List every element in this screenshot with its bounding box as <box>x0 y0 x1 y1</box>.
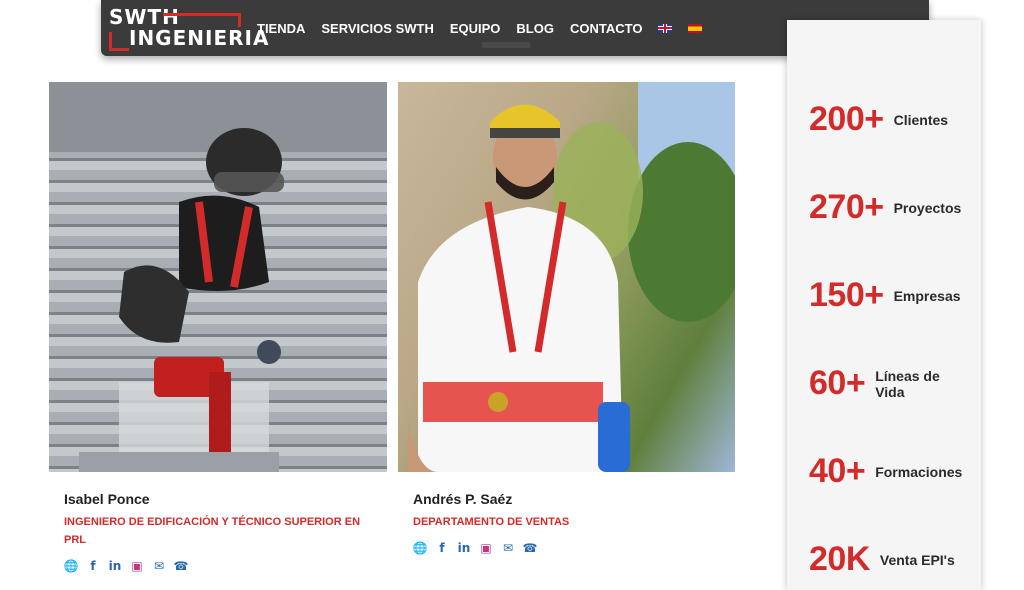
active-menu-indicator <box>482 42 530 48</box>
stat-number: 150+ <box>809 276 884 314</box>
instagram-icon[interactable]: ▣ <box>130 559 144 573</box>
stat-label: Venta EPI's <box>879 551 955 568</box>
stat-number: 270+ <box>809 188 884 226</box>
stat-label: Líneas de Vida <box>875 367 940 400</box>
menu-item-contacto[interactable]: CONTACTO <box>570 21 642 36</box>
stat-item: 60+ Líneas de Vida <box>809 364 945 403</box>
stat-item: 200+ Clientes <box>809 100 948 139</box>
uk-flag-icon[interactable] <box>658 23 673 33</box>
stat-number: 20K <box>809 540 870 578</box>
facebook-icon[interactable]: f <box>86 559 100 573</box>
email-icon[interactable]: ✉ <box>501 541 515 555</box>
team-member-name: Andrés P. Saéz <box>413 491 513 507</box>
social-links: 🌐 f in ▣ ✉ ☎ <box>64 559 189 573</box>
logo-accent <box>163 13 241 16</box>
menu-item-servicios[interactable]: SERVICIOS SWTH <box>321 21 433 36</box>
logo-accent <box>238 13 241 27</box>
phone-icon[interactable]: ☎ <box>174 559 189 573</box>
stat-label: Proyectos <box>893 199 962 216</box>
globe-icon[interactable]: 🌐 <box>413 541 428 555</box>
team-photo-andres <box>398 82 735 472</box>
menu-item-equipo[interactable]: EQUIPO <box>450 21 501 36</box>
team-member-name: Isabel Ponce <box>64 491 150 507</box>
stat-label: Clientes <box>893 111 949 128</box>
linkedin-icon[interactable]: in <box>108 559 122 573</box>
es-flag-icon[interactable] <box>688 23 703 33</box>
stat-item: 40+ Formaciones <box>809 452 962 491</box>
logo-line-2: INGENIERIA <box>129 26 270 50</box>
team-member-role: DEPARTAMENTO DE VENTAS <box>413 516 570 528</box>
stat-item: 20K Venta EPI's <box>809 540 955 579</box>
social-links: 🌐 f in ▣ ✉ ☎ <box>413 541 538 555</box>
stat-number: 200+ <box>809 100 884 138</box>
facebook-icon[interactable]: f <box>435 541 449 555</box>
stats-panel: 200+ Clientes 270+ Proyectos 150+ Empres… <box>787 20 981 590</box>
phone-icon[interactable]: ☎ <box>523 541 538 555</box>
instagram-icon[interactable]: ▣ <box>479 541 493 555</box>
stat-label: Formaciones <box>875 463 963 480</box>
stat-number: 60+ <box>809 364 866 402</box>
team-member-role: INGENIERO DE EDIFICACIÓN Y TÉCNICO SUPER… <box>64 516 361 546</box>
stat-item: 150+ Empresas <box>809 276 961 315</box>
linkedin-icon[interactable]: in <box>457 541 471 555</box>
menu-item-blog[interactable]: BLOG <box>516 21 554 36</box>
stat-item: 270+ Proyectos <box>809 188 961 227</box>
team-photo-isabel <box>49 82 387 472</box>
stat-number: 40+ <box>809 452 866 490</box>
logo-accent <box>109 48 129 51</box>
globe-icon[interactable]: 🌐 <box>64 559 79 573</box>
swth-logo[interactable]: SWTH INGENIERIA <box>107 2 268 54</box>
email-icon[interactable]: ✉ <box>152 559 166 573</box>
stat-label: Empresas <box>893 287 961 304</box>
